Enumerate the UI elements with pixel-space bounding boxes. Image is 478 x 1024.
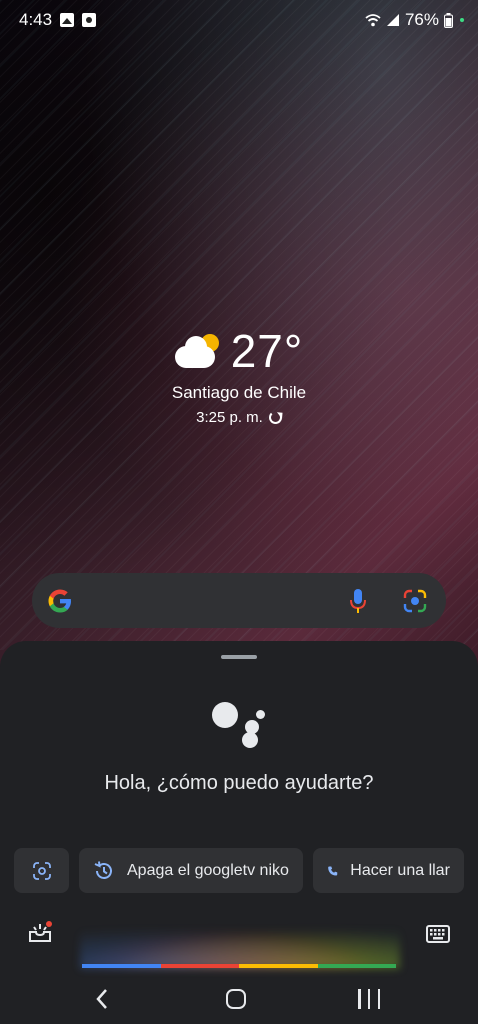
battery-percent: 76%	[404, 10, 439, 29]
privacy-indicator-dot	[460, 18, 464, 22]
assistant-color-bar	[82, 964, 396, 968]
status-bar: 4:43 76%	[0, 0, 478, 40]
weather-widget[interactable]: 27° Santiago de Chile 3:25 p. m.	[0, 325, 478, 426]
suggestion-chip-label: Apaga el googletv niko	[127, 861, 289, 879]
back-icon[interactable]	[92, 987, 112, 1011]
assistant-logo-icon	[212, 700, 268, 750]
lens-icon[interactable]	[402, 588, 428, 614]
suggestion-chip-label: Hacer una llar	[350, 861, 450, 879]
assistant-sheet: Hola, ¿cómo puedo ayudarte? Apaga el goo…	[0, 641, 478, 1024]
history-icon	[94, 860, 112, 879]
city-name: Santiago de Chile	[171, 383, 307, 402]
suggestion-chips: Apaga el googletv niko Hacer una llar	[14, 848, 464, 893]
assistant-greeting: Hola, ¿cómo puedo ayudarte?	[104, 772, 374, 794]
wifi-icon	[365, 13, 381, 27]
navigation-bar	[0, 977, 478, 1024]
google-search-bar[interactable]	[32, 573, 446, 628]
updates-tray-icon[interactable]	[28, 921, 52, 943]
suggestion-chip-call[interactable]: Hacer una llar	[312, 848, 464, 893]
battery-icon	[444, 12, 453, 28]
refresh-icon[interactable]	[268, 411, 282, 424]
lens-icon	[32, 861, 51, 880]
sheet-drag-handle[interactable]	[221, 655, 257, 659]
updated-time-label: 3:25 p. m.	[196, 409, 263, 426]
status-indicators: 76%	[365, 10, 464, 30]
gallery-icon	[60, 13, 74, 27]
temperature: 27°	[230, 325, 304, 377]
signal-icon	[386, 13, 400, 27]
home-icon[interactable]	[226, 989, 246, 1009]
updated-time: 3:25 p. m.	[0, 409, 478, 426]
suggestion-chip-googletv[interactable]: Apaga el googletv niko	[79, 848, 303, 893]
keyboard-icon[interactable]	[426, 925, 450, 943]
lens-chip[interactable]	[14, 848, 69, 893]
notification-icon	[82, 13, 96, 27]
phone-icon	[328, 865, 338, 876]
recents-icon[interactable]	[358, 989, 380, 1009]
google-logo-icon	[48, 589, 71, 613]
mic-icon[interactable]	[348, 587, 368, 615]
partly-cloudy-icon	[174, 334, 221, 368]
status-time: 4:43	[19, 10, 53, 29]
assistant-glow	[80, 921, 400, 969]
